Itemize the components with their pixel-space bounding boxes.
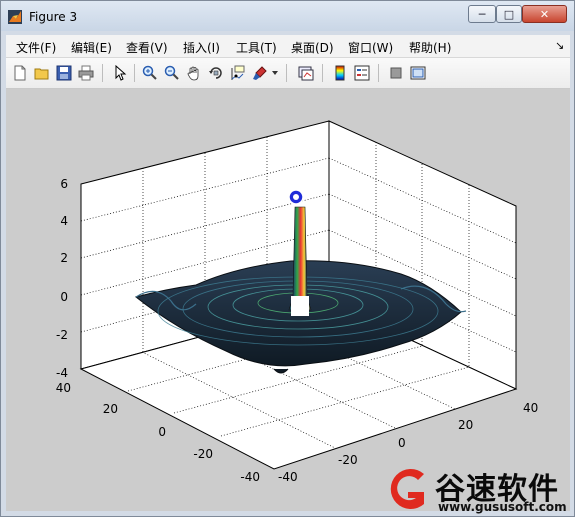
insert-legend-icon xyxy=(354,65,370,81)
show-plot-tools-button[interactable] xyxy=(408,63,428,83)
chevron-down-icon xyxy=(272,71,278,75)
title-bar[interactable]: Figure 3 ─ □ ✕ xyxy=(1,1,574,31)
x-tick-label: 0 xyxy=(398,436,406,450)
menu-tools[interactable]: 工具(T) xyxy=(236,39,277,56)
toolbar-separator xyxy=(102,64,103,82)
save-figure-icon xyxy=(56,65,72,81)
toolbar-separator xyxy=(286,64,287,82)
menu-view[interactable]: 查看(V) xyxy=(126,39,168,56)
brand-logo-icon xyxy=(390,469,424,509)
y-tick-label: 40 xyxy=(56,381,71,395)
menu-insert[interactable]: 插入(I) xyxy=(183,39,220,56)
z-tick-label: 2 xyxy=(60,251,68,265)
toolbar-separator xyxy=(322,64,323,82)
pan-hand-icon xyxy=(187,66,199,81)
menu-edit[interactable]: 编辑(E) xyxy=(71,39,112,56)
maximize-button[interactable]: □ xyxy=(496,5,522,23)
surface-plot[interactable]: 6 4 2 0 -2 -4 40 20 0 -20 -40 -40 -20 0 … xyxy=(6,89,570,511)
insert-colorbar-icon xyxy=(335,65,345,81)
figure-window: Figure 3 ─ □ ✕ 文件(F) 编辑(E) 查看(V) 插入(I) 工… xyxy=(0,0,575,517)
watermark-brand: 谷速软件 www.gususoft.com xyxy=(380,462,575,517)
y-tick-label: 0 xyxy=(158,425,166,439)
hide-plot-tools-icon xyxy=(390,67,402,79)
brush-dropdown[interactable] xyxy=(269,63,281,83)
toolbar-separator xyxy=(378,64,379,82)
figure-toolbar xyxy=(6,58,570,89)
y-tick-label: -40 xyxy=(240,470,260,484)
new-figure-button[interactable] xyxy=(10,63,30,83)
insert-colorbar-button[interactable] xyxy=(330,63,350,83)
new-figure-icon xyxy=(14,65,26,81)
insert-legend-button[interactable] xyxy=(352,63,372,83)
x-tick-label: 20 xyxy=(458,418,473,432)
close-button[interactable]: ✕ xyxy=(522,5,567,23)
minimize-button[interactable]: ─ xyxy=(468,5,496,23)
rotate-3d-icon xyxy=(209,67,222,79)
y-tick-label: -20 xyxy=(193,447,213,461)
menu-bar: 文件(F) 编辑(E) 查看(V) 插入(I) 工具(T) 桌面(D) 窗口(W… xyxy=(6,35,570,58)
zoom-out-icon xyxy=(164,65,179,80)
z-tick-label: -4 xyxy=(56,366,68,380)
link-plot-button[interactable] xyxy=(296,63,316,83)
open-file-button[interactable] xyxy=(32,63,52,83)
brand-url: www.gususoft.com xyxy=(438,500,567,514)
print-figure-icon xyxy=(78,65,94,81)
brush-icon xyxy=(253,66,267,80)
edit-plot-arrow-icon xyxy=(115,65,127,81)
open-file-icon xyxy=(34,68,49,80)
z-tick-label: -2 xyxy=(56,328,68,342)
edit-plot-button[interactable] xyxy=(110,63,130,83)
rotate-3d-button[interactable] xyxy=(206,63,226,83)
toolbar-separator xyxy=(134,64,135,82)
z-tick-label: 4 xyxy=(60,214,68,228)
menu-window[interactable]: 窗口(W) xyxy=(348,39,393,56)
x-tick-label: -20 xyxy=(338,453,358,467)
menu-desktop[interactable]: 桌面(D) xyxy=(291,39,334,56)
zoom-out-button[interactable] xyxy=(162,63,182,83)
x-tick-label: 40 xyxy=(523,401,538,415)
menu-file[interactable]: 文件(F) xyxy=(16,39,56,56)
figure-canvas[interactable]: 6 4 2 0 -2 -4 40 20 0 -20 -40 -40 -20 0 … xyxy=(6,89,570,511)
data-cursor-button[interactable] xyxy=(228,63,248,83)
link-plot-icon xyxy=(298,66,314,81)
y-tick-label: 20 xyxy=(103,402,118,416)
print-figure-button[interactable] xyxy=(76,63,96,83)
matlab-logo-icon xyxy=(8,10,22,24)
zoom-in-button[interactable] xyxy=(140,63,160,83)
z-tick-label: 0 xyxy=(60,290,68,304)
z-tick-label: 6 xyxy=(60,177,68,191)
hide-plot-tools-button[interactable] xyxy=(386,63,406,83)
minimize-icon: ─ xyxy=(478,7,486,21)
brush-button[interactable] xyxy=(250,63,270,83)
window-title: Figure 3 xyxy=(29,10,78,24)
x-tick-label: -40 xyxy=(278,470,298,484)
menu-help[interactable]: 帮助(H) xyxy=(409,39,451,56)
maximize-icon: □ xyxy=(503,7,515,21)
save-figure-button[interactable] xyxy=(54,63,74,83)
data-cursor-icon xyxy=(231,65,245,80)
close-icon: ✕ xyxy=(539,7,550,21)
z-axis-ticks: 6 4 2 0 -2 -4 xyxy=(56,177,68,380)
pan-button[interactable] xyxy=(184,63,204,83)
dock-arrow-icon[interactable]: ↘ xyxy=(555,39,564,52)
zoom-in-icon xyxy=(142,65,157,80)
show-plot-tools-icon xyxy=(410,66,426,80)
